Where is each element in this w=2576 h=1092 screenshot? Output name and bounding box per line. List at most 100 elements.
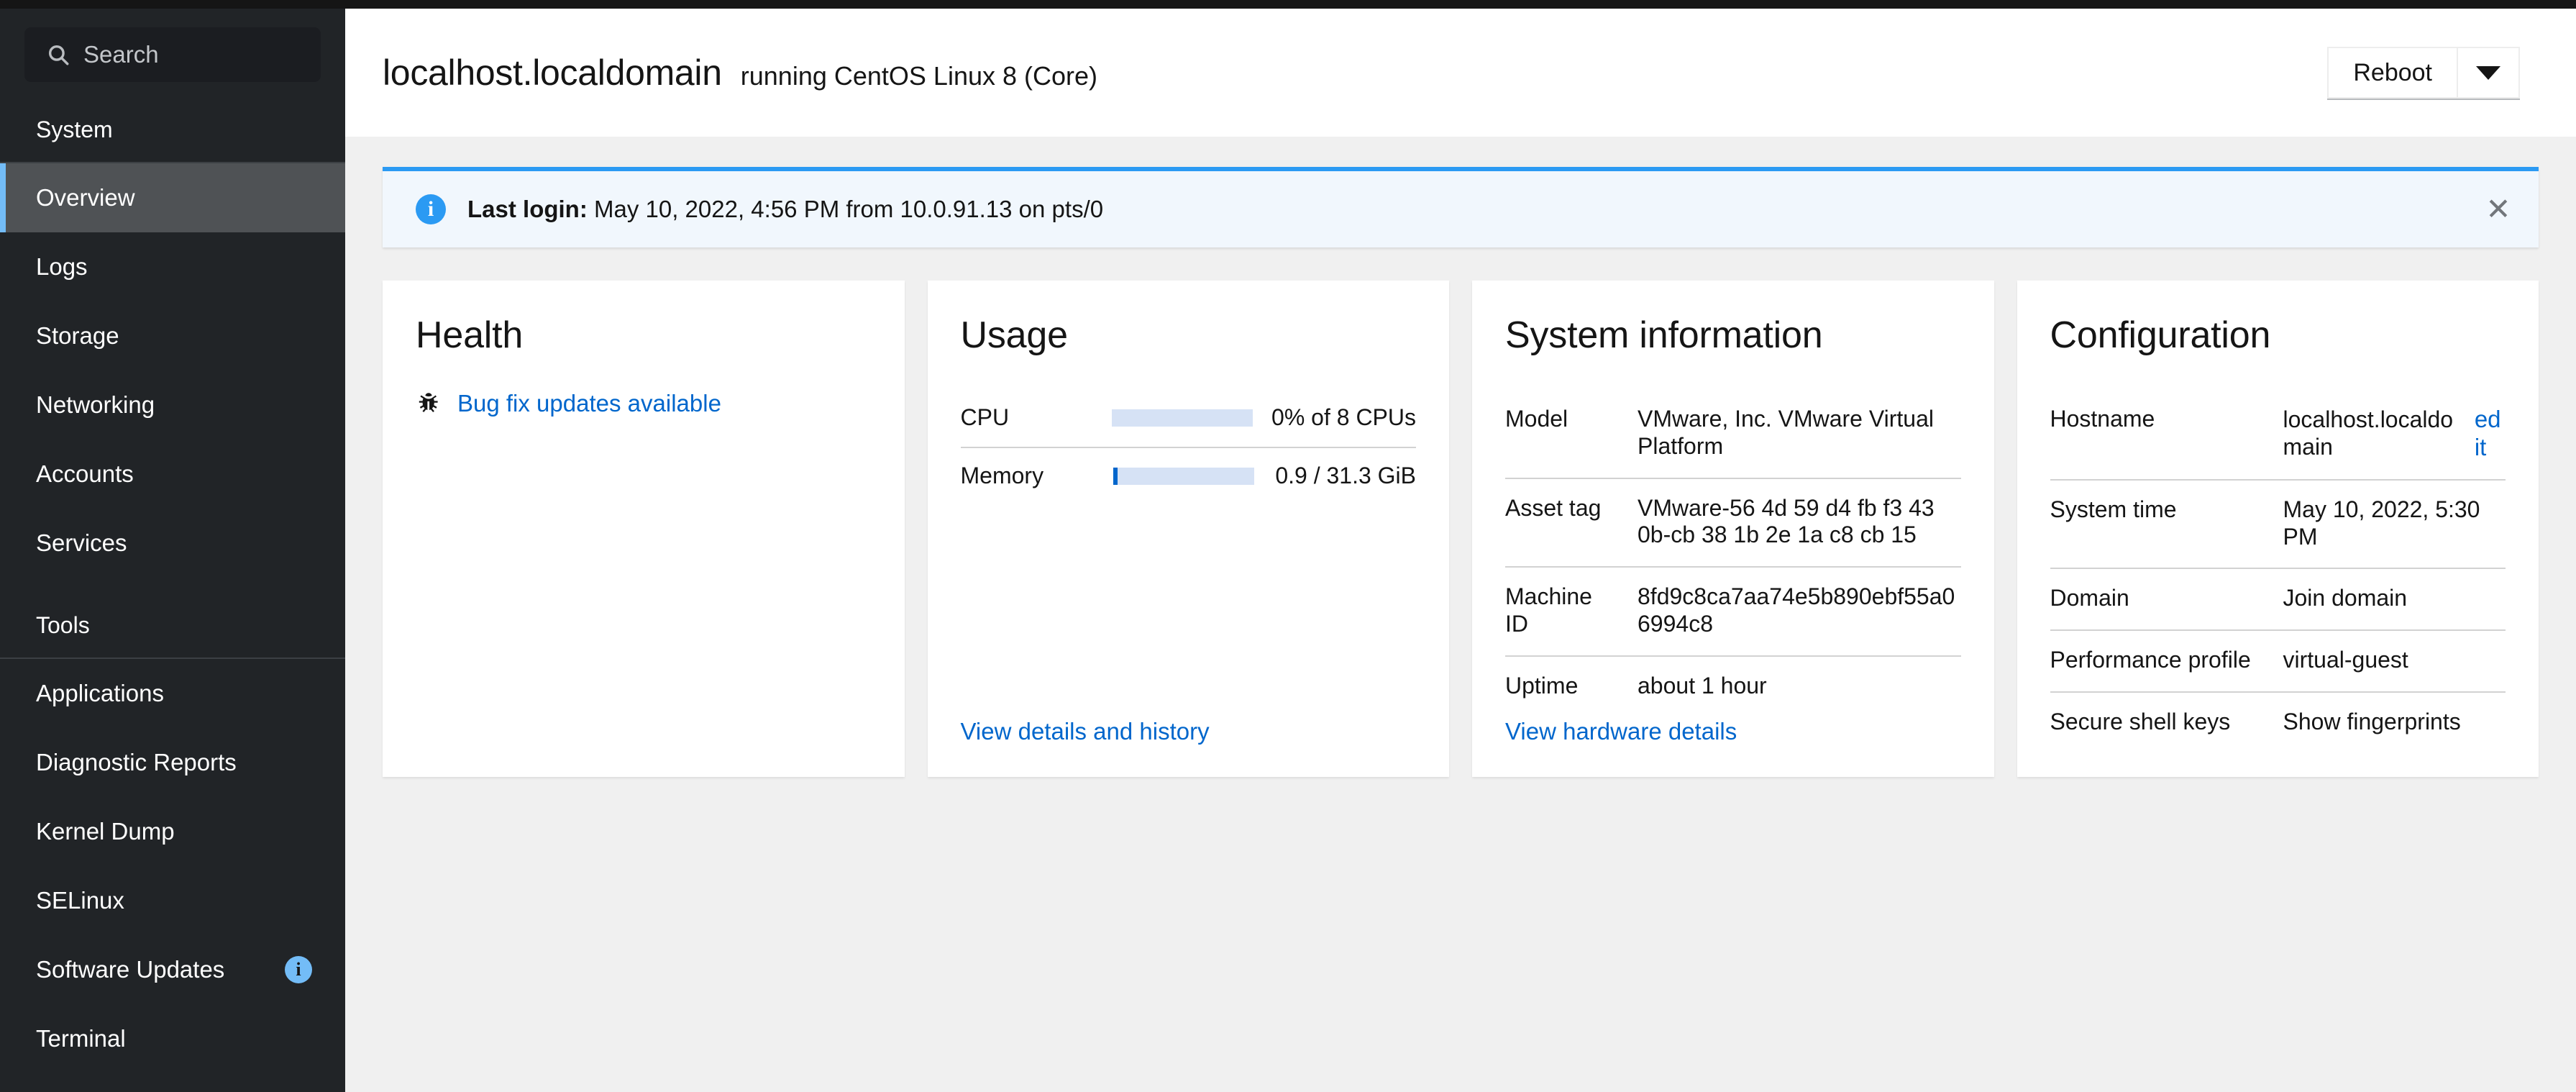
sidebar-item-accounts[interactable]: Accounts xyxy=(0,440,345,509)
usage-value: 0% of 8 CPUs xyxy=(1271,404,1416,430)
card-title: System information xyxy=(1505,314,1823,356)
chevron-down-icon xyxy=(2476,65,2500,80)
search-input[interactable] xyxy=(83,41,299,68)
sidebar-item-selinux[interactable]: SELinux xyxy=(0,866,345,935)
health-item[interactable]: Bug fix updates available xyxy=(416,390,872,417)
memory-progress-fill xyxy=(1113,467,1118,485)
sidebar-item-label: Terminal xyxy=(36,1025,126,1052)
sidebar-item-label: SELinux xyxy=(36,887,124,914)
info-key: Secure shell keys xyxy=(2050,708,2231,734)
table-row: Domain Join domain xyxy=(2050,568,2506,629)
view-details-and-history-link[interactable]: View details and history xyxy=(961,718,1210,745)
system-information-card: System information Model VMware, Inc. VM… xyxy=(1472,281,1994,777)
window-top-strip xyxy=(345,0,2576,9)
info-key: Model xyxy=(1505,406,1568,432)
sidebar-item-label: Services xyxy=(36,529,127,556)
sidebar-item-kernel-dump[interactable]: Kernel Dump xyxy=(0,797,345,866)
sidebar-item-label: Logs xyxy=(36,253,88,280)
sidebar-item-logs[interactable]: Logs xyxy=(0,232,345,301)
usage-value: 0.9 / 31.3 GiB xyxy=(1275,463,1416,488)
page-header: localhost.localdomain running CentOS Lin… xyxy=(345,9,2576,137)
card-title: Usage xyxy=(960,314,1069,356)
reboot-dropdown-toggle[interactable] xyxy=(2458,48,2518,97)
configuration-table: Hostname localhost.localdomain edit Syst… xyxy=(2050,390,2506,753)
bug-fix-updates-link[interactable]: Bug fix updates available xyxy=(457,390,721,417)
table-row: Performance profile virtual-guest xyxy=(2050,629,2506,691)
sidebar-item-overview[interactable]: Overview xyxy=(0,163,345,232)
view-hardware-details-link[interactable]: View hardware details xyxy=(1505,718,1737,745)
health-card: Health Bug fix updates available xyxy=(383,281,905,777)
sidebar-item-label: Storage xyxy=(36,322,119,349)
search-box[interactable] xyxy=(24,27,321,82)
edit-hostname-link[interactable]: edit xyxy=(2475,406,2506,462)
system-time-link[interactable]: May 10, 2022, 5:30 PM xyxy=(2283,496,2506,551)
card-title: Configuration xyxy=(2050,314,2271,356)
bug-icon xyxy=(419,393,438,412)
info-icon: i xyxy=(285,956,312,983)
sidebar-item-label: Software Updates xyxy=(36,956,225,983)
reboot-split-button[interactable]: Reboot xyxy=(2327,47,2520,99)
sidebar-item-applications[interactable]: Applications xyxy=(0,659,345,728)
table-row: Uptime about 1 hour xyxy=(1505,655,1961,717)
alert-label: Last login: xyxy=(467,196,588,222)
sidebar-item-terminal[interactable]: Terminal xyxy=(0,1004,345,1073)
info-key: Machine ID xyxy=(1505,583,1592,637)
cpu-progress-bar xyxy=(1111,409,1253,427)
sidebar-item-storage[interactable]: Storage xyxy=(0,301,345,370)
alert-message: Last login: May 10, 2022, 4:56 PM from 1… xyxy=(467,196,1103,223)
sidebar-item-label: Kernel Dump xyxy=(36,818,175,845)
sidebar-item-label: Diagnostic Reports xyxy=(36,749,237,775)
info-value: VMware-56 4d 59 d4 fb f3 43 0b-cb 38 1b … xyxy=(1638,494,1935,548)
card-footer: View details and history xyxy=(961,718,1417,745)
card-title: Health xyxy=(416,314,524,356)
sidebar-item-label: Applications xyxy=(36,680,164,706)
info-value: about 1 hour xyxy=(1638,672,1767,699)
sidebar-item-networking[interactable]: Networking xyxy=(0,370,345,440)
info-key: Uptime xyxy=(1505,672,1579,699)
table-row: Hostname localhost.localdomain edit xyxy=(2050,390,2506,479)
sidebar-top-strip xyxy=(0,0,345,9)
info-key: Asset tag xyxy=(1505,494,1602,521)
page-subtitle: running CentOS Linux 8 (Core) xyxy=(740,61,1098,91)
join-domain-link[interactable]: Join domain xyxy=(2283,585,2506,612)
cockpit-app: System Overview Logs Storage Networking … xyxy=(0,0,2576,1092)
table-row: Machine ID 8fd9c8ca7aa74e5b890ebf55a0699… xyxy=(1505,566,1961,655)
usage-row-memory: Memory 0.9 / 31.3 GiB xyxy=(960,447,1416,505)
sidebar-section-system-label: System xyxy=(36,117,113,142)
header-titles: localhost.localdomain running CentOS Lin… xyxy=(383,52,1097,94)
usage-card: Usage CPU 0% of 8 CPUs Memory 0.9 / 31.3… xyxy=(927,281,1449,777)
info-value: localhost.localdomain edit xyxy=(2283,406,2506,462)
main-area: localhost.localdomain running CentOS Lin… xyxy=(345,0,2576,1092)
info-key: System time xyxy=(2050,496,2177,522)
info-key: Performance profile xyxy=(2050,647,2251,673)
sidebar-item-services[interactable]: Services xyxy=(0,509,345,578)
alert-detail: May 10, 2022, 4:56 PM from 10.0.91.13 on… xyxy=(587,196,1104,222)
usage-list: CPU 0% of 8 CPUs Memory 0.9 / 31.3 GiB xyxy=(960,390,1416,505)
search-icon xyxy=(48,45,69,65)
info-icon: i xyxy=(416,194,446,224)
usage-bar-wrap xyxy=(1105,467,1276,485)
card-footer: View hardware details xyxy=(1505,718,1961,745)
last-login-alert: i Last login: May 10, 2022, 4:56 PM from… xyxy=(383,167,2539,247)
cards-grid: Health Bug fix updates available Usage C… xyxy=(383,281,2539,777)
content-region: i Last login: May 10, 2022, 4:56 PM from… xyxy=(345,137,2576,1092)
memory-progress-bar xyxy=(1113,467,1255,485)
info-key: Hostname xyxy=(2050,406,2155,432)
show-fingerprints-link[interactable]: Show fingerprints xyxy=(2283,709,2506,736)
close-icon[interactable]: ✕ xyxy=(2458,169,2539,250)
info-value: 8fd9c8ca7aa74e5b890ebf55a06994c8 xyxy=(1638,583,1955,637)
page-title: localhost.localdomain xyxy=(383,53,722,93)
sidebar-item-label: Networking xyxy=(36,391,155,418)
sidebar: System Overview Logs Storage Networking … xyxy=(0,0,345,1092)
usage-label: CPU xyxy=(960,404,1010,430)
info-value: VMware, Inc. VMware Virtual Platform xyxy=(1638,406,1934,459)
performance-profile-link[interactable]: virtual-guest xyxy=(2283,647,2506,674)
hostname-value: localhost.localdomain xyxy=(2283,406,2454,460)
usage-bar-wrap xyxy=(1105,409,1272,427)
sidebar-item-software-updates[interactable]: Software Updates i xyxy=(0,935,345,1004)
sidebar-item-diagnostic-reports[interactable]: Diagnostic Reports xyxy=(0,728,345,797)
sidebar-item-label: Accounts xyxy=(36,460,134,487)
reboot-button[interactable]: Reboot xyxy=(2329,48,2457,97)
sidebar-search-wrap xyxy=(0,9,345,82)
sidebar-section-tools-label: Tools xyxy=(36,612,90,638)
